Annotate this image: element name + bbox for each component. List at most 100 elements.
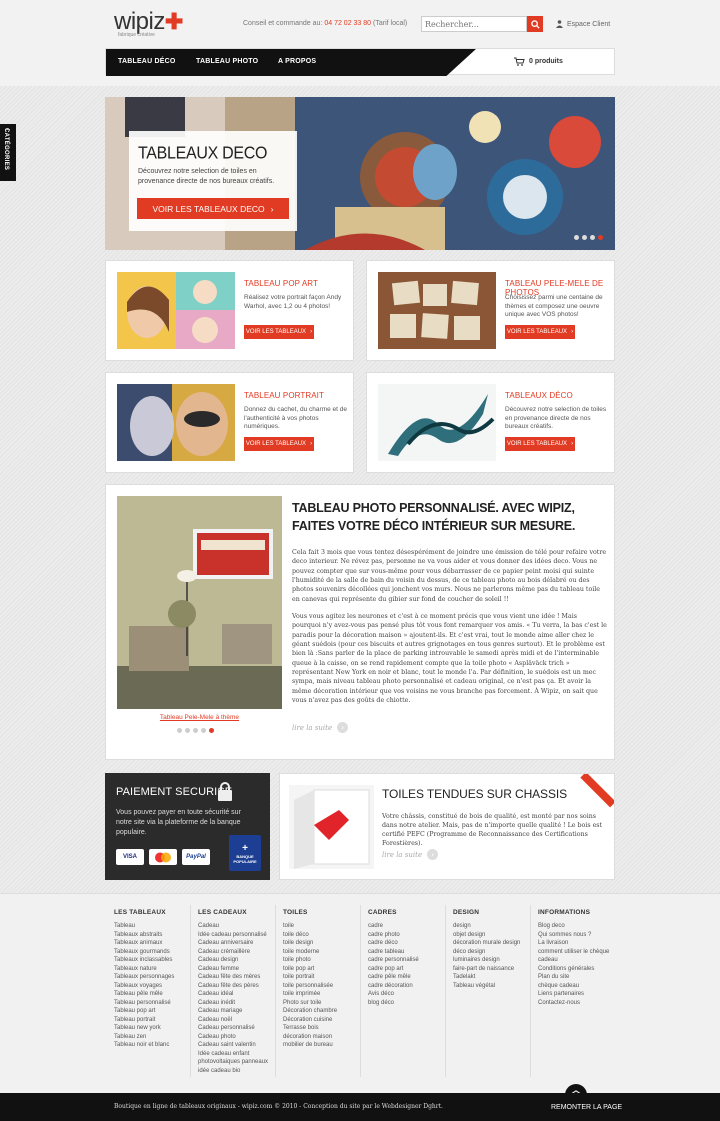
footer-link[interactable]: toile personnalisée	[283, 982, 337, 991]
search-button[interactable]	[527, 16, 543, 32]
card-button[interactable]: VOIR LES TABLEAUX ›	[505, 437, 575, 451]
pop-art-thumbnail[interactable]	[117, 272, 235, 349]
footer-link[interactable]: Tableaux nature	[114, 965, 174, 974]
back-to-top-link[interactable]: REMONTER LA PAGE	[551, 1104, 622, 1111]
footer-link[interactable]: Tableau zen	[114, 1033, 174, 1042]
pager-dot[interactable]	[193, 728, 198, 733]
footer-link[interactable]: Tableau personnalisé	[114, 999, 174, 1008]
footer-link[interactable]: Décoration cuisine	[283, 1016, 337, 1025]
footer-link[interactable]: Liens partenaires	[538, 990, 610, 999]
card-button[interactable]: VOIR LES TABLEAUX ›	[244, 437, 314, 451]
footer-link[interactable]: Idée cadeau personnalisé	[198, 931, 268, 940]
footer-link[interactable]: chèque cadeau	[538, 982, 610, 991]
footer-link[interactable]: faire-part de naissance	[453, 965, 520, 974]
footer-link[interactable]: Tableaux inclassables	[114, 956, 174, 965]
footer-link[interactable]: Tableau	[114, 922, 174, 931]
footer-link[interactable]: cadre photo	[368, 931, 419, 940]
card-button[interactable]: VOIR LES TABLEAUX ›	[505, 325, 575, 339]
pager-dot[interactable]	[177, 728, 182, 733]
footer-link[interactable]: Cadeau fête des mères	[198, 973, 268, 982]
footer-link[interactable]: idée cadeau bio	[198, 1067, 268, 1076]
footer-link[interactable]: Tableau pêle mêle	[114, 990, 174, 999]
pager-dot[interactable]	[201, 728, 206, 733]
footer-link[interactable]: Tableau pop art	[114, 1007, 174, 1016]
footer-link[interactable]: design	[453, 922, 520, 931]
deco-thumbnail[interactable]	[378, 384, 496, 461]
account-link[interactable]: Espace Client	[556, 20, 610, 28]
footer-link[interactable]: Tableaux personnages	[114, 973, 174, 982]
footer-link[interactable]: cadre personnalisé	[368, 956, 419, 965]
footer-link[interactable]: Tableau portrait	[114, 1016, 174, 1025]
footer-link[interactable]: Cadeau anniversaire	[198, 939, 268, 948]
footer-link[interactable]: Cadeau noël	[198, 1016, 268, 1025]
footer-link[interactable]: toile déco	[283, 931, 337, 940]
pele-mele-thumbnail[interactable]	[378, 272, 496, 349]
article-image-caption[interactable]: Tableau Pele-Mele à thème	[117, 714, 282, 721]
footer-link[interactable]: Tableau végétal	[453, 982, 520, 991]
footer-link[interactable]: toile design	[283, 939, 337, 948]
footer-link[interactable]: Tableau noir et blanc	[114, 1041, 174, 1050]
footer-link[interactable]: cadre déco	[368, 939, 419, 948]
footer-link[interactable]: Conditions générales	[538, 965, 610, 974]
hero-cta-button[interactable]: VOIR LES TABLEAUX DECO ›	[137, 198, 289, 219]
pager-dot[interactable]	[590, 235, 595, 240]
footer-link[interactable]: toile	[283, 922, 337, 931]
footer-link[interactable]: toile moderne	[283, 948, 337, 957]
nav-item-tableau-deco[interactable]: TABLEAU DÉCO	[118, 58, 176, 65]
footer-link[interactable]: blog déco	[368, 999, 419, 1008]
footer-link[interactable]: Cadeau	[198, 922, 268, 931]
footer-link[interactable]: Tableau new york	[114, 1024, 174, 1033]
footer-link[interactable]: Cadeau design	[198, 956, 268, 965]
footer-link[interactable]: objet design	[453, 931, 520, 940]
categories-side-tab[interactable]: CATÉGORIES ‹	[0, 124, 16, 181]
footer-link[interactable]: Tableaux voyages	[114, 982, 174, 991]
nav-item-tableau-photo[interactable]: TABLEAU PHOTO	[196, 58, 258, 65]
toiles-read-more[interactable]: lire la suite ›	[382, 849, 439, 860]
article-room-image[interactable]	[117, 496, 282, 709]
footer-link[interactable]: décoration maison	[283, 1033, 337, 1042]
footer-link[interactable]: comment utiliser le chèque cadeau	[538, 948, 610, 965]
pager-dot[interactable]	[582, 235, 587, 240]
footer-link[interactable]: mobilier de bureau	[283, 1041, 337, 1050]
footer-link[interactable]: Cadeau fête des pères	[198, 982, 268, 991]
footer-link[interactable]: luminaires design	[453, 956, 520, 965]
footer-link[interactable]: Tableaux gourmands	[114, 948, 174, 957]
footer-link[interactable]: décoration murale design	[453, 939, 520, 948]
footer-link[interactable]: toile portrait	[283, 973, 337, 982]
footer-link[interactable]: Tableaux abstraits	[114, 931, 174, 940]
site-logo[interactable]: wipiz✚ fabrique créative	[114, 10, 183, 39]
footer-link[interactable]: Cadeau crémaillère	[198, 948, 268, 957]
article-read-more[interactable]: lire la suite ›	[292, 722, 349, 733]
footer-link[interactable]: Qui sommes nous ?	[538, 931, 610, 940]
footer-link[interactable]: Blog deco	[538, 922, 610, 931]
footer-link[interactable]: La livraison	[538, 939, 610, 948]
footer-link[interactable]: cadre tableau	[368, 948, 419, 957]
contact-phone[interactable]: 04 72 02 33 80	[324, 20, 371, 27]
footer-link[interactable]: cadre	[368, 922, 419, 931]
footer-link[interactable]: Tableaux animaux	[114, 939, 174, 948]
footer-link[interactable]: toile imprimée	[283, 990, 337, 999]
portrait-thumbnail[interactable]	[117, 384, 235, 461]
footer-link[interactable]: cadre pop art	[368, 965, 419, 974]
pager-dot[interactable]	[185, 728, 190, 733]
footer-link[interactable]: Plan du site	[538, 973, 610, 982]
footer-link[interactable]: Cadeau femme	[198, 965, 268, 974]
footer-link[interactable]: cadre décoration	[368, 982, 419, 991]
footer-link[interactable]: déco design	[453, 948, 520, 957]
footer-link[interactable]: Cadeau personnalisé	[198, 1024, 268, 1033]
footer-link[interactable]: Cadeau photo	[198, 1033, 268, 1042]
footer-link[interactable]: toile photo	[283, 956, 337, 965]
footer-link[interactable]: Idée cadeau enfant	[198, 1050, 268, 1059]
footer-link[interactable]: Terrasse bois	[283, 1024, 337, 1033]
pager-dot[interactable]	[574, 235, 579, 240]
footer-link[interactable]: Contactez-nous	[538, 999, 610, 1008]
canvas-frame-image[interactable]	[289, 785, 374, 869]
cart-summary[interactable]: 0 produits	[514, 57, 563, 66]
footer-link[interactable]: cadre pêle mêle	[368, 973, 419, 982]
footer-link[interactable]: photovoltaiques panneaux	[198, 1058, 268, 1067]
footer-link[interactable]: Tadelakt	[453, 973, 520, 982]
footer-link[interactable]: Avis déco	[368, 990, 419, 999]
footer-link[interactable]: Cadeau inédit	[198, 999, 268, 1008]
footer-link[interactable]: Cadeau saint valentin	[198, 1041, 268, 1050]
card-button[interactable]: VOIR LES TABLEAUX ›	[244, 325, 314, 339]
